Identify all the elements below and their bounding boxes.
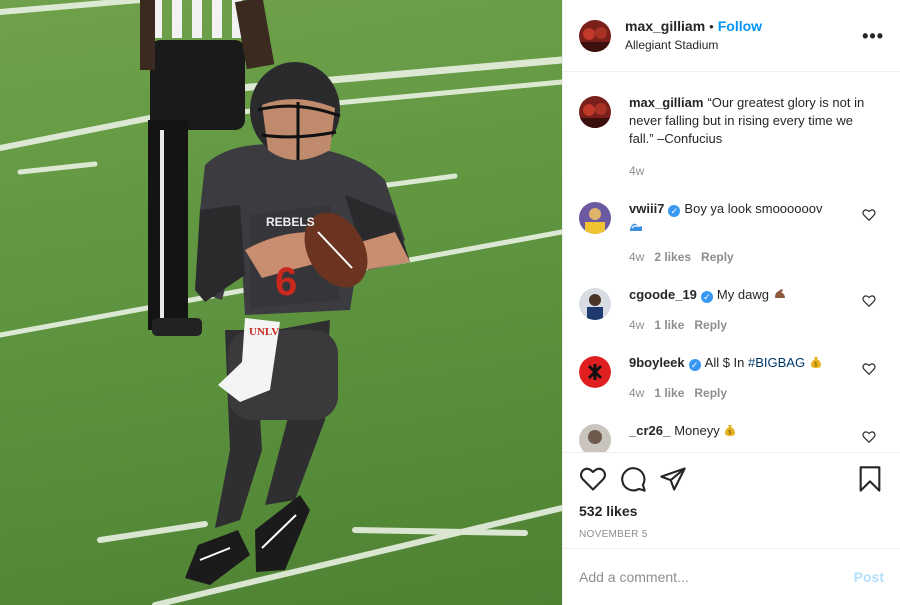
comment-username[interactable]: _cr26_	[629, 423, 670, 438]
hashtag-link[interactable]: #BIGBAG	[748, 355, 805, 370]
add-comment-bar: Post	[563, 548, 900, 605]
flexed-biceps-emoji	[774, 289, 785, 298]
commenter-avatar[interactable]	[579, 288, 611, 320]
commenter-avatar[interactable]	[579, 356, 611, 388]
verified-badge-icon: ✓	[668, 205, 681, 217]
svg-text:$: $	[814, 361, 818, 368]
verified-badge-icon: ✓	[700, 291, 713, 303]
reply-button[interactable]: Reply	[701, 250, 734, 264]
commenter-avatar[interactable]	[579, 202, 611, 234]
comment-text: Boy ya look smoooooov	[684, 201, 823, 216]
author-username[interactable]: max_gilliam	[625, 18, 705, 34]
author-avatar[interactable]	[579, 19, 611, 52]
money-bag-emoji: $	[725, 425, 736, 436]
share-icon[interactable]	[659, 465, 687, 493]
caption-time[interactable]: 4w	[629, 164, 644, 178]
add-comment-input[interactable]	[579, 569, 854, 585]
separator-dot: •	[709, 19, 714, 34]
comment-text: All $ In	[704, 355, 749, 370]
comment-time[interactable]: 4w	[629, 386, 644, 400]
post-photo[interactable]: REBELS 6 UNLV	[0, 0, 562, 605]
reply-button[interactable]: Reply	[694, 318, 727, 332]
post-header: max_gilliam • Follow Allegiant Stadium •••	[563, 0, 900, 72]
like-comment-icon[interactable]	[862, 362, 876, 376]
like-heart-icon[interactable]	[579, 465, 607, 493]
comment-item: 9boyleek ✓ All $ In #BIGBAG $ 4w 1 like Repl…	[579, 354, 884, 402]
comment-icon[interactable]	[619, 465, 647, 493]
save-bookmark-icon[interactable]	[856, 465, 884, 493]
verified-badge-icon: ✓	[688, 359, 701, 371]
caption-username[interactable]: max_gilliam	[629, 95, 703, 110]
more-options-icon[interactable]: •••	[862, 26, 884, 47]
towel-text: UNLV	[249, 326, 279, 338]
svg-text:$: $	[728, 429, 732, 436]
money-bag-emoji: $	[810, 357, 821, 368]
post-date[interactable]: November 5	[579, 529, 884, 540]
post-side-panel: max_gilliam • Follow Allegiant Stadium •••…	[562, 0, 900, 605]
jersey-text: REBELS	[266, 215, 315, 229]
like-comment-icon[interactable]	[862, 208, 876, 222]
comment-likes[interactable]: 1 like	[654, 318, 684, 332]
likes-count[interactable]: 532 likes	[579, 503, 884, 519]
commenter-avatar[interactable]	[579, 424, 611, 452]
post-actions: 532 likes November 5	[563, 452, 900, 548]
football-field-image: REBELS 6 UNLV	[0, 0, 562, 605]
post-location[interactable]: Allegiant Stadium	[625, 36, 762, 54]
comment-item: _cr26_ Moneyy $	[579, 422, 884, 452]
caption: max_gilliam “Our greatest glory is not in…	[579, 94, 884, 180]
comment-username[interactable]: cgoode_19	[629, 287, 697, 302]
comment-time[interactable]: 4w	[629, 318, 644, 332]
comment-text: My dawg	[716, 287, 769, 302]
like-comment-icon[interactable]	[862, 430, 876, 444]
comment-likes[interactable]: 1 like	[654, 386, 684, 400]
comment-time[interactable]: 4w	[629, 250, 644, 264]
comment-item: cgoode_19 ✓ My dawg 4w 1 like Reply	[579, 286, 884, 334]
comment-likes[interactable]: 2 likes	[654, 250, 691, 264]
comment-username[interactable]: vwiii7	[629, 201, 664, 216]
comment-username[interactable]: 9boyleek	[629, 355, 685, 370]
follow-button[interactable]: Follow	[718, 18, 762, 34]
like-comment-icon[interactable]	[862, 294, 876, 308]
comment-item: vwiii7 ✓ Boy ya look smoooooov 4w 2 likes Re…	[579, 200, 884, 266]
quarterback-figure	[185, 62, 410, 585]
wave-emoji	[630, 223, 642, 231]
comments-list[interactable]: max_gilliam “Our greatest glory is not in…	[563, 72, 900, 452]
reply-button[interactable]: Reply	[694, 386, 727, 400]
jersey-number: 6	[275, 260, 297, 304]
comment-text: Moneyy	[674, 423, 720, 438]
author-avatar[interactable]	[579, 96, 611, 128]
post-comment-button[interactable]: Post	[854, 569, 884, 585]
